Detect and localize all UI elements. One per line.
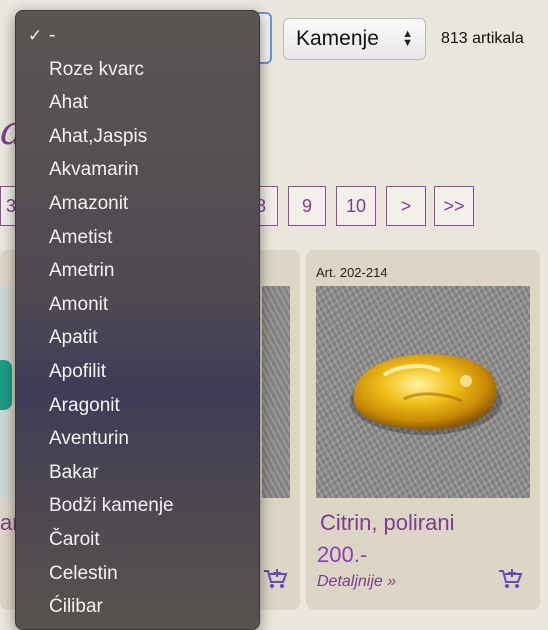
product-price: 200.- (317, 542, 368, 567)
option-label: Bakar (49, 461, 99, 483)
option-label: Ametrin (49, 260, 115, 282)
dropdown-option[interactable]: Roze kvarc (16, 53, 259, 87)
cart-icon[interactable] (497, 568, 523, 590)
checkmark-icon: ✓ (28, 26, 43, 45)
option-label: Amazonit (49, 192, 129, 214)
dropdown-option[interactable]: Ahat (16, 86, 259, 120)
option-label: Ćilibar (49, 596, 103, 618)
option-label: Aragonit (49, 394, 120, 416)
dropdown-option[interactable]: Aventurin (16, 422, 259, 456)
dropdown-option[interactable]: Apatit (16, 321, 259, 355)
dropdown-option[interactable]: Čaroit (16, 523, 259, 557)
option-label: Roze kvarc (49, 58, 145, 80)
dropdown-option[interactable]: Akvamarin (16, 153, 259, 187)
type-select-value: Kamenje (296, 27, 379, 50)
next-page-button[interactable]: > (386, 186, 426, 226)
dropdown-option[interactable]: Amazonit (16, 187, 259, 221)
cart-icon[interactable] (262, 568, 288, 590)
option-label: Bodži kamenje (49, 495, 174, 517)
product-image-stone (0, 360, 12, 410)
option-label: Aventurin (49, 428, 129, 450)
option-label: Amonit (49, 293, 109, 315)
article-count: 813 artikala (441, 30, 524, 47)
category-dropdown-menu[interactable]: ✓ - Roze kvarc Ahat Ahat,Jaspis Akvamarin… (15, 10, 260, 630)
option-label: Apatit (49, 327, 98, 349)
dropdown-option[interactable]: Aragonit (16, 389, 259, 423)
type-select[interactable]: Kamenje ▲ ▼ (283, 18, 426, 60)
option-label: Apofilit (49, 360, 107, 382)
product-image[interactable] (262, 286, 290, 498)
citrine-stone-image (350, 354, 502, 435)
dropdown-option[interactable]: Ahat,Jaspis (16, 120, 259, 154)
product-name[interactable]: Citrin, polirani (320, 510, 455, 536)
select-arrows-icon: ▲ ▼ (402, 28, 413, 49)
page-label: 10 (345, 195, 367, 216)
option-label: Ametist (49, 226, 113, 248)
option-label: Ahat,Jaspis (49, 125, 148, 147)
dropdown-option[interactable]: Bakar (16, 456, 259, 490)
page-button-10[interactable]: 10 (336, 186, 376, 226)
option-label: - (49, 25, 56, 46)
details-link[interactable]: Detaljnije » (317, 573, 396, 591)
dropdown-option[interactable]: Ametrin (16, 254, 259, 288)
dropdown-option[interactable]: Bodži kamenje (16, 489, 259, 523)
option-label: Ahat (49, 92, 89, 114)
last-page-button[interactable]: >> (434, 186, 474, 226)
page-label: >> (443, 195, 465, 216)
page-label: 9 (301, 195, 312, 216)
page-button-9[interactable]: 9 (288, 186, 326, 226)
dropdown-option-selected[interactable]: ✓ - (16, 19, 259, 53)
dropdown-option[interactable]: Apofilit (16, 355, 259, 389)
option-label: Akvamarin (49, 159, 139, 181)
dropdown-option[interactable]: Ametist (16, 221, 259, 255)
dropdown-option[interactable]: Ćilibar (16, 590, 259, 624)
dropdown-option[interactable]: Amonit (16, 288, 259, 322)
dropdown-option[interactable]: Celestin (16, 557, 259, 591)
option-label: Celestin (49, 562, 118, 584)
option-label: Čaroit (49, 528, 100, 550)
article-number: Art. 202-214 (316, 265, 388, 280)
product-image[interactable] (316, 286, 530, 498)
page-label: > (400, 195, 412, 216)
